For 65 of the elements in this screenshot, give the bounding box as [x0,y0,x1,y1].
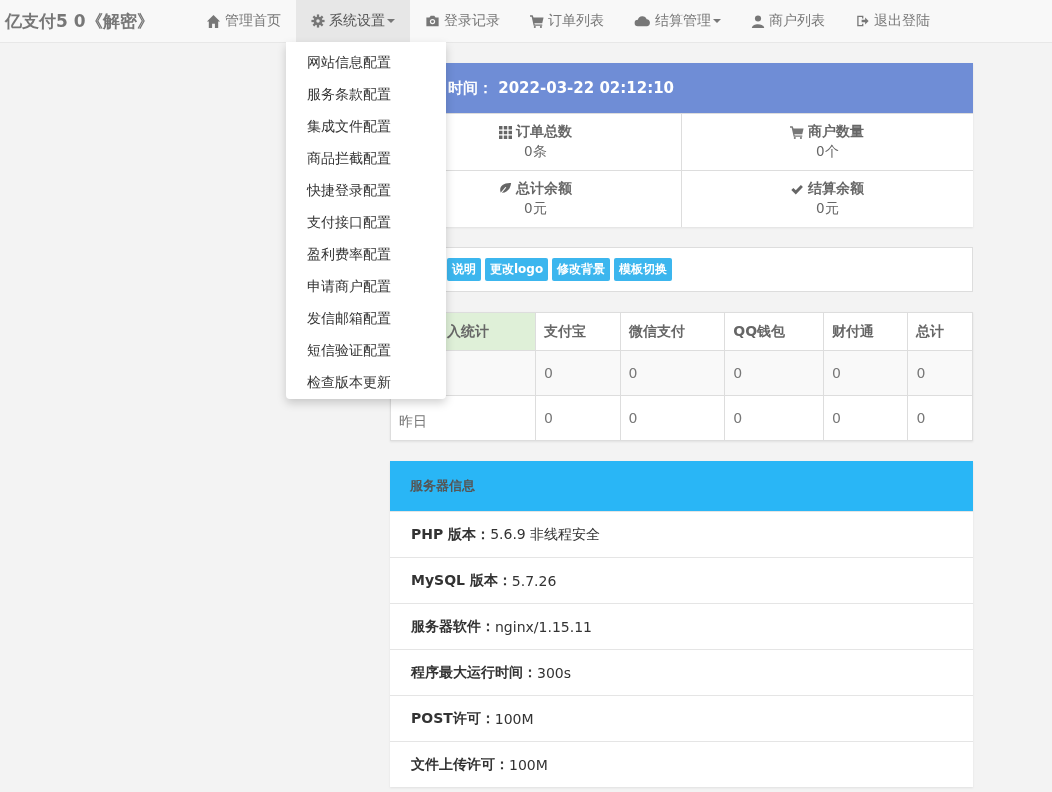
info-label: 程序最大运行时间： [411,663,537,682]
stat-label: 总计余额 [516,180,573,198]
cloud-icon [633,14,651,28]
nav-item[interactable]: 退出登陆 [839,0,945,42]
nav-item[interactable]: 商户列表 [735,0,840,42]
nav-item[interactable]: 登录记录 [409,0,515,42]
info-label: POST许可： [411,709,495,728]
table-cell: 0 [535,350,621,396]
panel-title: 服务器信息 [410,477,475,495]
user-icon [750,13,765,29]
column-header: 总计 [907,312,973,351]
info-value: 100M [494,710,534,727]
camera-icon [424,14,440,28]
table-cell: 0 [907,395,973,441]
stat-value: 0个 [815,143,839,161]
checkmark-icon [790,182,805,196]
nav-item[interactable]: 订单列表 [514,0,619,42]
column-header: 财付通 [823,312,908,351]
table-cell: 0 [535,395,621,441]
nav-item[interactable]: 系统设置 [295,0,410,42]
menu-item[interactable]: 申请商户配置 [286,270,446,302]
table-cell: 0 [823,395,908,441]
nav-item[interactable]: 结算管理 [618,0,736,42]
cart-icon [529,14,544,28]
menu-item[interactable]: 服务条款配置 [286,78,446,110]
info-value: 5.6.9 非线程安全 [490,525,601,544]
stat-value: 0元 [815,200,839,218]
info-value: 100M [509,756,548,773]
column-header: QQ钱包 [724,312,824,351]
table-cell: 0 [724,395,824,441]
panel-title: 时间： 2022-03-22 02:12:10 [448,78,674,98]
settings-icon [310,14,325,28]
nav-item[interactable]: 管理首页 [190,0,296,42]
stat-label: 结算余额 [808,180,865,198]
stat-label: 订单总数 [515,123,572,141]
info-label: 文件上传许可： [411,755,509,774]
cart-icon [790,125,805,139]
table-cell: 0 [620,395,725,441]
logout-icon [854,14,870,28]
column-header: 支付宝 [535,312,621,351]
stat-value: 0元 [523,200,547,218]
info-value: 300s [537,664,571,681]
table-cell: 0 [724,350,824,396]
menu-item[interactable]: 商品拦截配置 [286,142,446,174]
info-value: 5.7.26 [511,572,557,589]
stat-value: 0条 [523,143,547,161]
menu-item[interactable]: 检查版本更新 [286,366,446,398]
column-header: 微信支付 [620,312,725,351]
home-icon [205,13,221,29]
leaf-icon [498,182,513,196]
brand-link[interactable]: 亿支付5 0《解密》 [0,0,185,42]
info-label: MySQL 版本： [411,571,512,590]
table-cell: 0 [907,350,973,396]
stat-label: 商户数量 [808,123,865,141]
info-label: PHP 版本： [411,525,491,544]
menu-item[interactable]: 网站信息配置 [286,46,446,78]
grid-icon [498,125,512,139]
menu-item[interactable]: 快捷登录配置 [286,174,446,206]
info-label: 服务器软件： [411,617,495,636]
info-value: nginx/1.15.11 [495,618,592,635]
table-cell: 0 [823,350,908,396]
table-cell: 0 [620,350,725,396]
menu-item[interactable]: 支付接口配置 [286,206,446,238]
menu-item[interactable]: 集成文件配置 [286,110,446,142]
menu-item[interactable]: 盈利费率配置 [286,238,446,270]
